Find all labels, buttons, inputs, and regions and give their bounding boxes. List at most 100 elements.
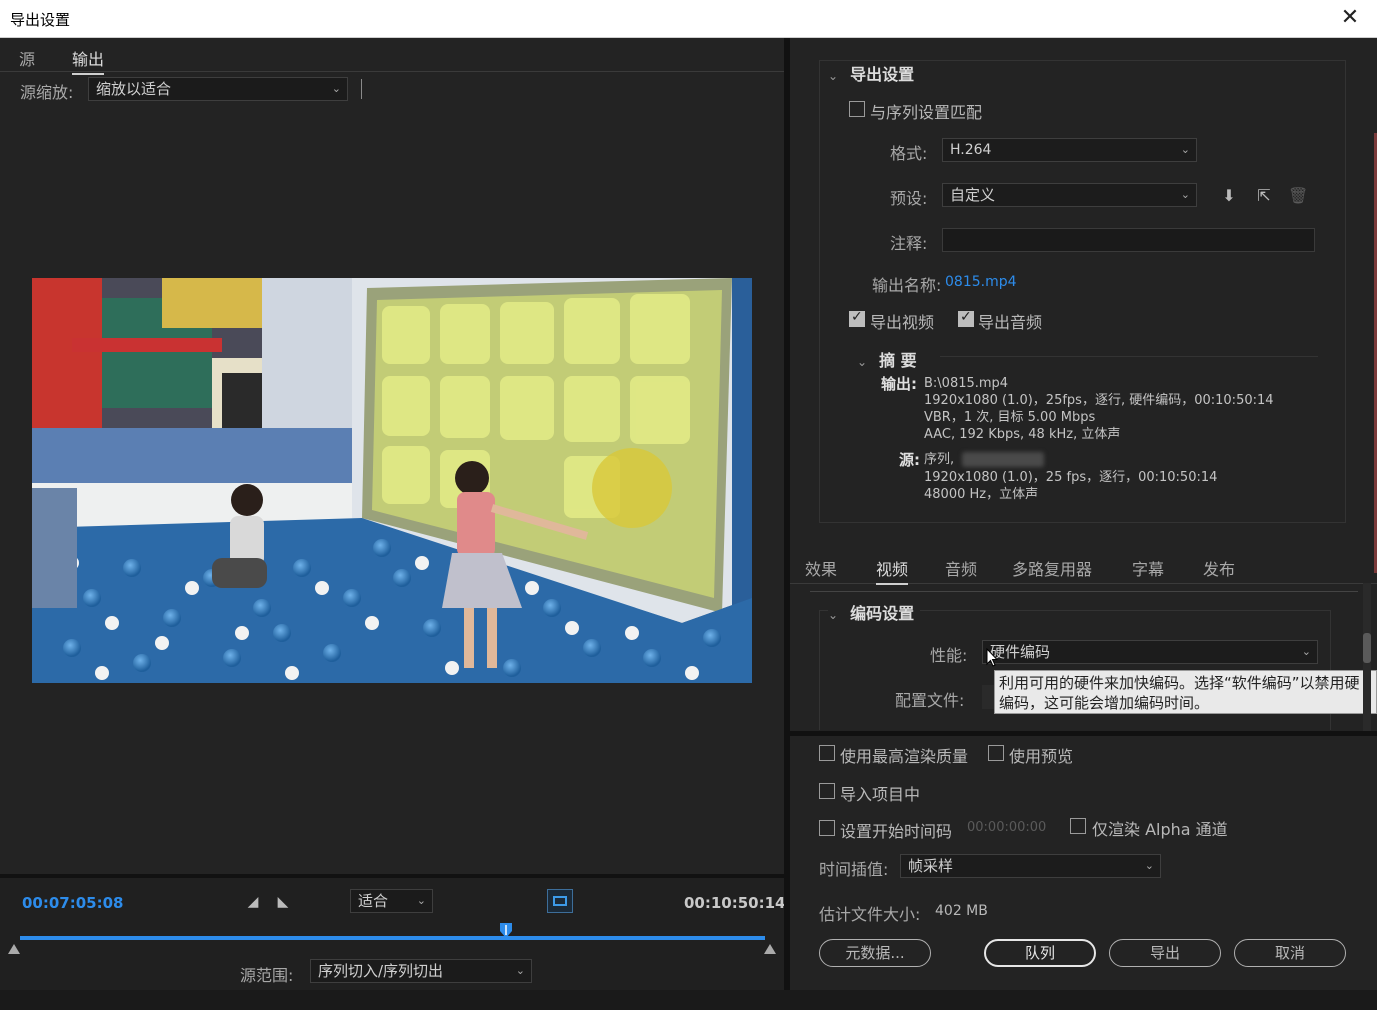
scrollbar-thumb[interactable] — [1363, 633, 1371, 663]
max-render-quality-label: 使用最高渲染质量 — [840, 747, 969, 766]
scrub-bar[interactable] — [20, 936, 765, 940]
tab-effects[interactable]: 效果 — [805, 556, 837, 580]
import-into-project-checkbox[interactable] — [819, 783, 835, 799]
import-into-project-label: 导入项目中 — [840, 785, 921, 804]
preset-dropdown[interactable]: 自定义 ⌄ — [942, 183, 1197, 207]
tab-video[interactable]: 视频 — [876, 556, 909, 585]
set-start-timecode-label: 设置开始时间码 — [840, 822, 953, 841]
source-scale-value: 缩放以适合 — [96, 80, 172, 98]
mark-in-icon[interactable]: ◢ — [245, 894, 261, 910]
output-name-link[interactable]: 0815.mp4 — [945, 274, 1017, 290]
mouse-cursor-icon — [986, 647, 999, 668]
out-point-handle[interactable] — [764, 944, 776, 954]
chevron-down-icon: ⌄ — [515, 964, 525, 977]
chevron-down-icon: ⌄ — [828, 608, 839, 622]
summary-divider — [940, 356, 1318, 357]
profile-label: 配置文件: — [895, 691, 965, 710]
performance-label: 性能: — [930, 646, 968, 665]
tab-source[interactable]: 源 — [19, 46, 35, 70]
options-divider — [790, 731, 1377, 736]
close-icon[interactable]: ✕ — [1337, 4, 1363, 32]
start-timecode-field[interactable]: 00:00:00:00 — [967, 820, 1046, 835]
source-range-value: 序列切入/序列切出 — [318, 962, 444, 980]
time-interp-label: 时间插值: — [819, 860, 889, 879]
summary-output-line: 1920x1080 (1.0)，25fps，逐行, 硬件编码，00:10:50:… — [924, 393, 1274, 408]
performance-value: 硬件编码 — [990, 643, 1051, 661]
tab-output[interactable]: 输出 — [72, 46, 105, 75]
window-bottom-edge — [0, 990, 1377, 1010]
source-scale-dropdown[interactable]: 缩放以适合 ⌄ — [88, 77, 348, 101]
chevron-down-icon: ⌄ — [416, 894, 426, 907]
playhead-handle[interactable] — [499, 922, 513, 940]
end-timecode: 00:10:50:14 — [684, 894, 786, 912]
summary-header[interactable]: ⌄ 摘 要 — [857, 347, 917, 371]
export-audio-checkbox[interactable] — [958, 309, 974, 327]
chevron-down-icon: ⌄ — [1144, 859, 1154, 872]
aspect-toggle-button[interactable] — [547, 889, 573, 913]
fit-dropdown[interactable]: 适合 ⌄ — [350, 889, 433, 913]
video-frame-image — [32, 278, 752, 683]
export-settings-title: 导出设置 — [850, 65, 915, 84]
preset-label: 预设: — [890, 189, 928, 208]
summary-title: 摘 要 — [879, 351, 917, 370]
render-alpha-label: 仅渲染 Alpha 通道 — [1092, 820, 1228, 839]
tab-multiplexer[interactable]: 多路复用器 — [1012, 556, 1092, 580]
scroll-edge — [810, 584, 1358, 592]
cancel-button[interactable]: 取消 — [1234, 939, 1346, 967]
chevron-down-icon: ⌄ — [1180, 143, 1190, 156]
performance-dropdown[interactable]: 硬件编码 ⌄ — [982, 640, 1318, 664]
tooltip-line: 利用可用的硬件来加快编码。选择“软件编码”以禁用硬 — [999, 674, 1360, 692]
performance-tooltip: 利用可用的硬件来加快编码。选择“软件编码”以禁用硬 编码，这可能会增加编码时间。 — [994, 670, 1377, 714]
est-size-label: 估计文件大小: — [819, 905, 921, 924]
set-start-timecode-checkbox[interactable] — [819, 820, 835, 836]
source-range-dropdown[interactable]: 序列切入/序列切出 ⌄ — [310, 959, 532, 983]
save-preset-icon[interactable]: ⬇ — [1218, 186, 1240, 205]
chevron-down-icon: ⌄ — [828, 69, 839, 83]
text-cursor — [361, 79, 362, 99]
delete-preset-icon[interactable]: 🗑 — [1288, 186, 1308, 205]
preview-panel: 源 输出 源缩放: 缩放以适合 ⌄ 00:07:05:08 ◢ ◣ 适合 ⌄ 0… — [0, 38, 786, 990]
max-render-quality-checkbox[interactable] — [819, 745, 835, 761]
summary-source-line: 序列, — [924, 452, 955, 467]
in-point-handle[interactable] — [8, 944, 20, 954]
tab-audio[interactable]: 音频 — [945, 556, 977, 580]
format-dropdown[interactable]: H.264 ⌄ — [942, 138, 1197, 162]
chevron-down-icon: ⌄ — [1180, 188, 1190, 201]
metadata-button[interactable]: 元数据... — [819, 939, 931, 967]
video-preview — [32, 278, 752, 683]
match-sequence-checkbox[interactable] — [849, 101, 865, 117]
export-audio-label: 导出音频 — [978, 313, 1043, 332]
comment-input[interactable] — [942, 228, 1315, 252]
tooltip-line: 编码，这可能会增加编码时间。 — [999, 694, 1210, 712]
import-preset-icon[interactable]: ⇱ — [1253, 186, 1275, 205]
render-alpha-checkbox[interactable] — [1070, 818, 1086, 834]
tab-publish[interactable]: 发布 — [1203, 556, 1235, 580]
queue-button[interactable]: 队列 — [984, 939, 1096, 967]
preview-tabs: 源 输出 — [0, 38, 786, 75]
export-video-checkbox[interactable] — [849, 309, 865, 327]
mark-out-icon[interactable]: ◣ — [275, 894, 291, 910]
export-button[interactable]: 导出 — [1109, 939, 1221, 967]
est-size-value: 402 MB — [935, 903, 988, 919]
tab-captions[interactable]: 字幕 — [1132, 556, 1164, 580]
summary-source-line: 48000 Hz，立体声 — [924, 487, 1039, 502]
export-video-label: 导出视频 — [870, 313, 935, 332]
encoding-settings-header[interactable]: ⌄ 编码设置 — [828, 600, 921, 624]
title-bar: 导出设置 ✕ — [0, 0, 1377, 38]
encoding-scrollbar[interactable] — [1363, 583, 1371, 731]
aspect-ratio-icon — [553, 896, 567, 906]
summary-source-line: 1920x1080 (1.0)，25 fps，逐行，00:10:50:14 — [924, 470, 1218, 485]
comment-label: 注释: — [890, 234, 928, 253]
use-previews-checkbox[interactable] — [988, 745, 1004, 761]
source-range-label: 源范围: — [240, 966, 294, 985]
format-value: H.264 — [950, 142, 992, 158]
encoding-settings-title: 编码设置 — [850, 604, 915, 623]
summary-output-key: 输出: — [881, 375, 917, 393]
export-settings-header[interactable]: ⌄ 导出设置 — [828, 61, 921, 85]
current-timecode[interactable]: 00:07:05:08 — [22, 894, 124, 912]
settings-panel: ⌄ 导出设置 与序列设置匹配 格式: H.264 ⌄ 预设: 自定义 ⌄ ⬇ ⇱ … — [790, 38, 1377, 990]
summary-output-line: VBR，1 次, 目标 5.00 Mbps — [924, 410, 1096, 425]
chevron-down-icon: ⌄ — [857, 355, 868, 369]
time-interp-dropdown[interactable]: 帧采样 ⌄ — [900, 854, 1161, 878]
blurred-sequence-name — [962, 452, 1044, 467]
